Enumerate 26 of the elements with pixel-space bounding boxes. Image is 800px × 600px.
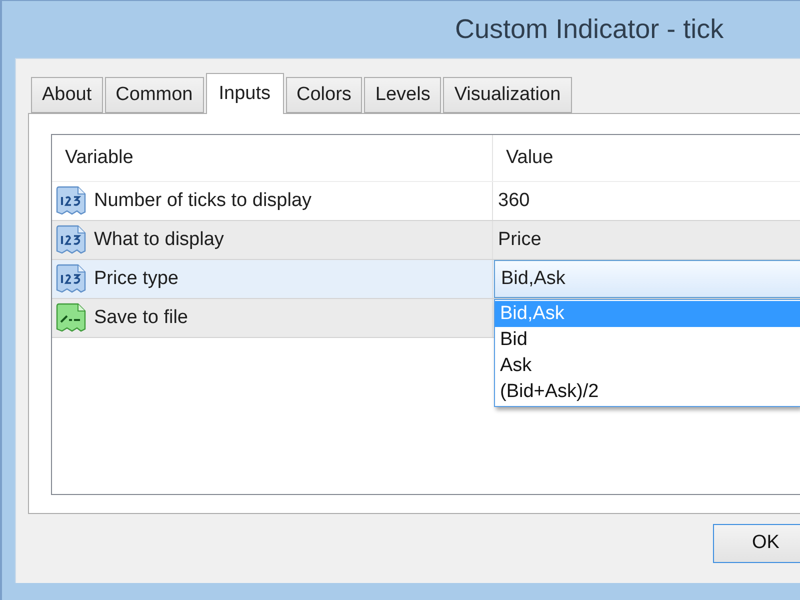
table-row[interactable]: Number of ticks to display 360 — [52, 182, 800, 221]
column-header: Value — [506, 146, 554, 170]
dropdown-option[interactable]: Ask — [495, 353, 800, 379]
tab[interactable]: Levels — [364, 77, 442, 113]
window-title: Custom Indicator - tick — [455, 13, 724, 46]
ok-button[interactable]: OK — [713, 524, 800, 563]
numeric-file-icon — [56, 225, 86, 255]
variable-name: Price type — [94, 266, 178, 291]
numeric-file-icon — [56, 186, 86, 216]
column-header: Variable — [65, 146, 134, 170]
value-text: Price — [497, 228, 542, 252]
tab[interactable]: Visualization — [443, 77, 572, 113]
tab[interactable]: Colors — [286, 77, 362, 113]
table-row[interactable]: What to display Price — [52, 221, 800, 260]
tab[interactable]: Inputs — [206, 73, 284, 114]
variable-name: Save to file — [94, 306, 188, 330]
tab[interactable]: About — [31, 77, 103, 113]
numeric-file-icon — [56, 264, 86, 294]
dropdown-option[interactable]: (Bid+Ask)/2 — [495, 379, 800, 405]
tab[interactable]: Common — [104, 77, 204, 113]
dropdown-field[interactable]: Bid,Ask — [494, 260, 800, 298]
variable-name: Number of ticks to display — [94, 188, 312, 213]
switch-file-icon — [56, 303, 86, 333]
value-text: 360 — [497, 188, 530, 213]
dropdown-option[interactable]: Bid — [495, 327, 800, 353]
variable-name: What to display — [94, 228, 224, 252]
